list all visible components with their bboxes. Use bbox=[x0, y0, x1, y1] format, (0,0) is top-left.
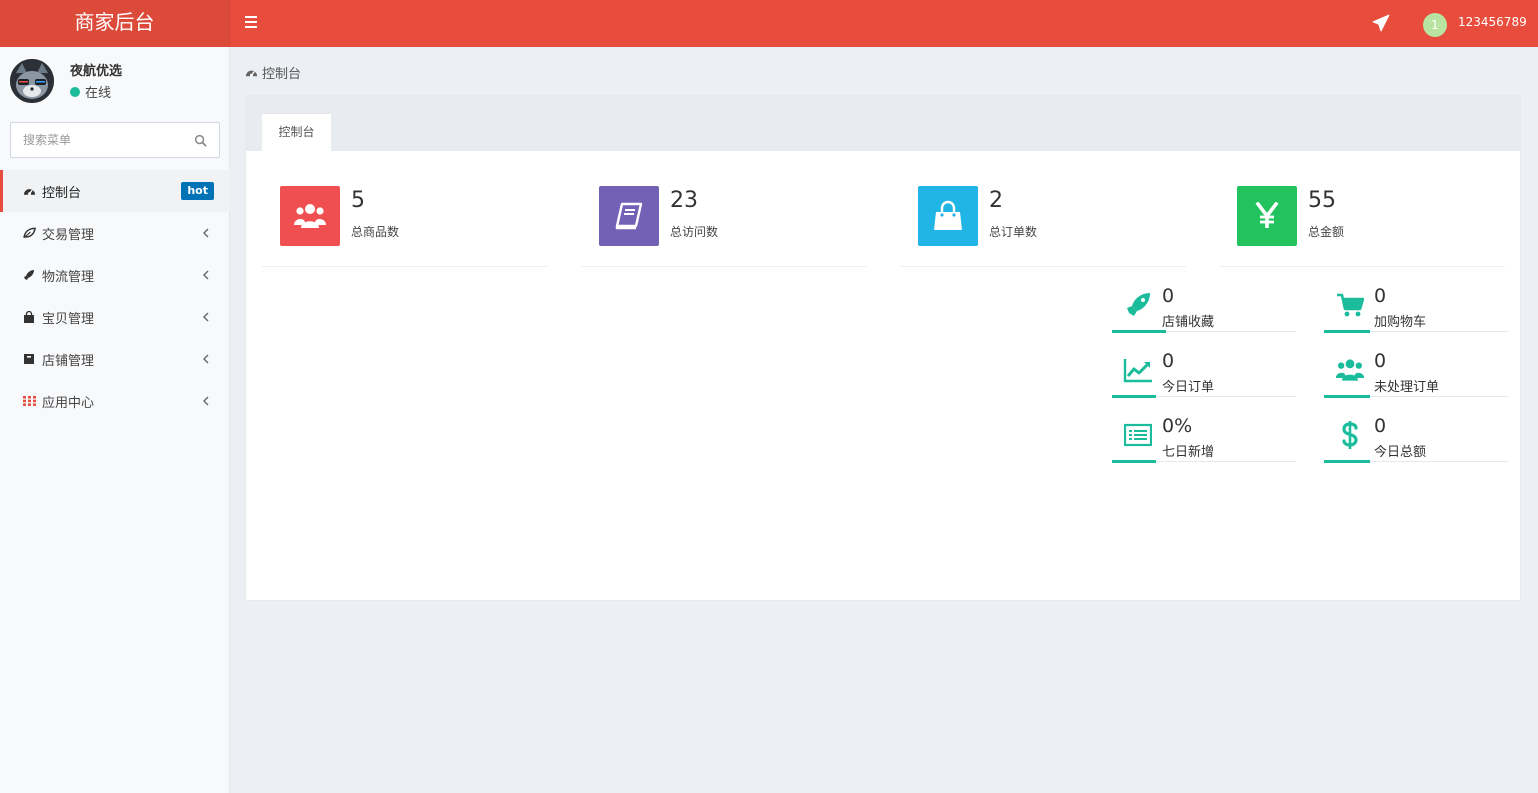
dashboard-panel: 控制台 5 总商品数 23 总访问数 2 总订单数 55 总金额 0 店铺收藏 … bbox=[245, 95, 1521, 601]
stat-label: 总商品数 bbox=[351, 225, 400, 239]
hot-badge: hot bbox=[181, 182, 214, 200]
dashboard-icon bbox=[245, 70, 258, 77]
chevron-left-icon bbox=[203, 270, 209, 280]
breadcrumb-label[interactable]: 控制台 bbox=[262, 63, 301, 82]
sidebar-item-dashboard[interactable]: 控制台 hot bbox=[0, 170, 230, 212]
mini-stat-label: 店铺收藏 bbox=[1162, 315, 1215, 330]
sidebar-item-label: 物流管理 bbox=[42, 269, 95, 285]
stat-value: 5 bbox=[351, 188, 365, 213]
mini-stat-value: 0 bbox=[1374, 350, 1387, 372]
mini-stat-pending-orders: 0 未处理订单 bbox=[1324, 350, 1508, 398]
mini-stat-today-orders: 0 今日订单 bbox=[1112, 350, 1296, 398]
sidebar-item-label: 宝贝管理 bbox=[42, 311, 95, 327]
mini-stat-label: 今日总额 bbox=[1374, 445, 1427, 460]
mini-stat-label: 七日新增 bbox=[1162, 445, 1215, 460]
mini-stat-today-total: 0 今日总额 bbox=[1324, 415, 1508, 463]
sidebar-item-label: 店铺管理 bbox=[42, 353, 95, 369]
online-status-dot bbox=[70, 86, 80, 97]
sidebar-item-trade[interactable]: 交易管理 bbox=[0, 212, 230, 254]
sidebar: 夜航优选 在线 控制台 hot 交易管理 bbox=[0, 47, 230, 793]
user-name[interactable]: 123456789 bbox=[1458, 15, 1527, 29]
panel-tab-bar: 控制台 bbox=[246, 96, 1520, 151]
stat-card-goods: 5 总商品数 bbox=[262, 186, 548, 267]
menu-search bbox=[10, 122, 220, 158]
dollar-icon bbox=[1334, 419, 1366, 451]
stat-value: 2 bbox=[989, 188, 1003, 213]
stat-label: 总金额 bbox=[1308, 225, 1345, 239]
mini-stat-weekly-new: 0% 七日新增 bbox=[1112, 415, 1296, 463]
sidebar-menu: 控制台 hot 交易管理 物流管理 宝贝管理 店铺管理 应用中心 bbox=[0, 170, 230, 422]
sidebar-item-label: 交易管理 bbox=[42, 227, 95, 243]
sidebar-item-goods[interactable]: 宝贝管理 bbox=[0, 296, 230, 338]
stat-label: 总订单数 bbox=[989, 225, 1038, 239]
users-icon bbox=[294, 204, 326, 228]
shopping-bag-icon bbox=[22, 310, 36, 324]
chevron-left-icon bbox=[203, 228, 209, 238]
stat-card-amount: 55 总金额 bbox=[1219, 186, 1505, 267]
sidebar-item-store[interactable]: 店铺管理 bbox=[0, 338, 230, 380]
stat-icon-box bbox=[1237, 186, 1297, 246]
mini-stat-favorites: 0 店铺收藏 bbox=[1112, 285, 1296, 333]
cart-icon bbox=[1334, 289, 1366, 321]
breadcrumb: 控制台 bbox=[245, 63, 301, 82]
mini-stat-value: 0 bbox=[1162, 285, 1175, 307]
stat-icon-box bbox=[599, 186, 659, 246]
mini-stat-label: 今日订单 bbox=[1162, 380, 1215, 395]
brand-logo[interactable]: 商家后台 bbox=[0, 0, 230, 47]
shopping-bag-icon bbox=[934, 200, 962, 230]
users-icon bbox=[1334, 354, 1366, 386]
stat-icon-box bbox=[280, 186, 340, 246]
stat-value: 55 bbox=[1308, 188, 1336, 213]
rocket-icon bbox=[1122, 289, 1154, 321]
dashboard-icon bbox=[22, 184, 36, 198]
profile-name: 夜航优选 bbox=[70, 64, 123, 79]
profile-status: 在线 bbox=[70, 82, 111, 101]
chevron-left-icon bbox=[203, 312, 209, 322]
yen-icon bbox=[1255, 202, 1279, 228]
mini-stat-cart: 0 加购物车 bbox=[1324, 285, 1508, 333]
book-icon bbox=[615, 202, 643, 230]
profile-avatar bbox=[10, 59, 54, 103]
top-navbar: 商家后台 1 123456789 bbox=[0, 0, 1538, 47]
stat-card-orders: 2 总订单数 bbox=[900, 186, 1186, 267]
menu-search-input[interactable] bbox=[11, 123, 181, 157]
chevron-left-icon bbox=[203, 354, 209, 364]
sidebar-item-label: 应用中心 bbox=[42, 395, 95, 411]
mini-stat-value: 0 bbox=[1162, 350, 1175, 372]
stat-label: 总访问数 bbox=[670, 225, 719, 239]
sidebar-toggle-button[interactable] bbox=[245, 12, 261, 32]
mini-stat-value: 0 bbox=[1374, 415, 1387, 437]
mini-stat-value: 0 bbox=[1374, 285, 1387, 307]
leaf-icon bbox=[22, 226, 36, 240]
paper-plane-icon[interactable] bbox=[1372, 14, 1390, 32]
mini-stat-value: 0% bbox=[1162, 415, 1193, 437]
sidebar-item-label: 控制台 bbox=[42, 185, 82, 201]
stat-icon-box bbox=[918, 186, 978, 246]
mini-stat-label: 加购物车 bbox=[1374, 315, 1427, 330]
user-avatar[interactable]: 1 bbox=[1423, 13, 1447, 37]
list-icon bbox=[1122, 419, 1154, 451]
mini-stat-label: 未处理订单 bbox=[1374, 380, 1440, 395]
search-icon[interactable] bbox=[194, 134, 207, 147]
stat-value: 23 bbox=[670, 188, 698, 213]
tab-dashboard[interactable]: 控制台 bbox=[262, 113, 331, 151]
chevron-left-icon bbox=[203, 396, 209, 406]
grid-icon bbox=[22, 394, 36, 408]
sidebar-item-logistics[interactable]: 物流管理 bbox=[0, 254, 230, 296]
archive-icon bbox=[22, 352, 36, 366]
line-chart-icon bbox=[1122, 354, 1154, 386]
stat-card-visits: 23 总访问数 bbox=[581, 186, 867, 267]
sidebar-item-apps[interactable]: 应用中心 bbox=[0, 380, 230, 422]
profile-status-label: 在线 bbox=[85, 86, 112, 101]
rocket-icon bbox=[22, 268, 36, 282]
